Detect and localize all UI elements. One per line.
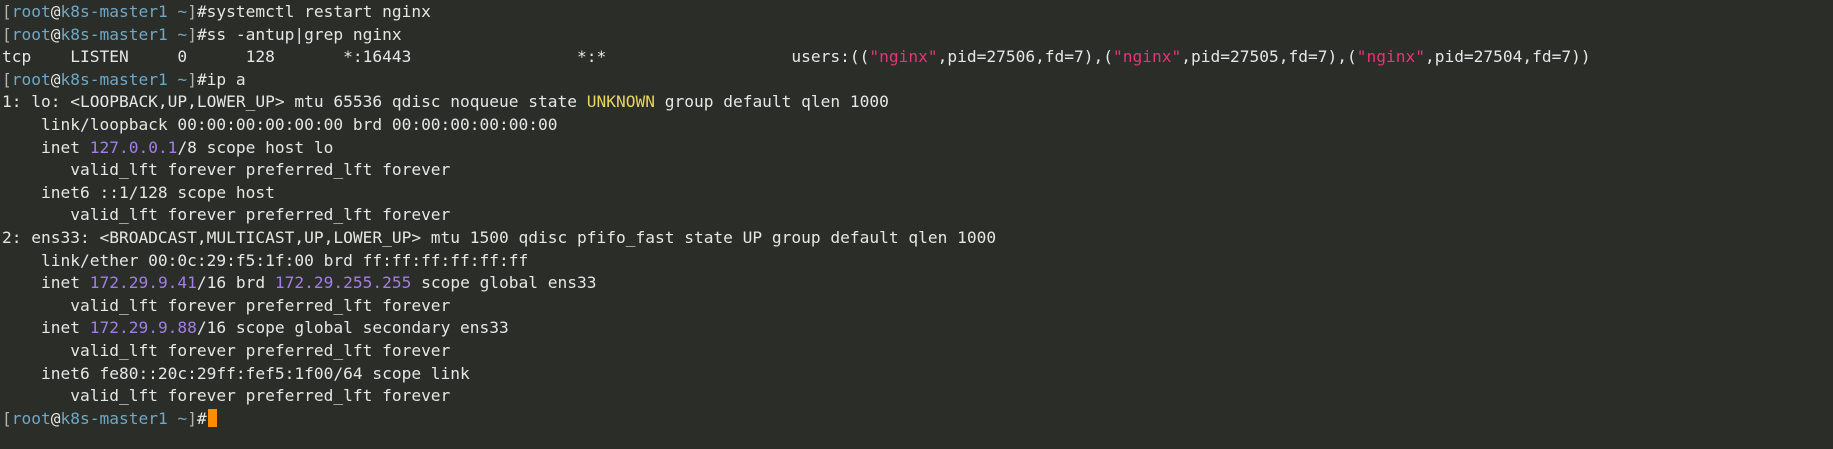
text-segment-plain: inet6 fe80::20c:29ff:fef5:1f00/64 scope …	[2, 363, 470, 383]
prompt-line: [root@k8s-master1 ~]#ip a	[2, 69, 1827, 92]
output-line: 2: ens33: <BROADCAST,MULTICAST,UP,LOWER_…	[2, 227, 1827, 250]
output-line: 1: lo: <LOOPBACK,UP,LOWER_UP> mtu 65536 …	[2, 91, 1827, 114]
text-segment-host: k8s-master1	[60, 2, 168, 21]
text-segment-plain: inet	[2, 318, 90, 338]
text-segment-host: k8s-master1	[60, 24, 168, 44]
output-line: inet 127.0.0.1/8 scope host lo	[2, 137, 1827, 160]
text-segment-ip: 172.29.9.41	[89, 273, 197, 293]
output-line: inet 172.29.9.41/16 brd 172.29.255.255 s…	[2, 272, 1827, 295]
text-segment-plain: #ip a	[196, 69, 246, 89]
text-segment-plain: #	[196, 408, 207, 428]
text-segment-plain: scope global ens33	[411, 273, 597, 293]
prompt-line: [root@k8s-master1 ~]#systemctl restart n…	[2, 1, 1827, 24]
text-segment-bracket: ]	[187, 2, 197, 21]
text-segment-bracket: ]	[187, 69, 197, 89]
prompt-line: [root@k8s-master1 ~]#	[2, 408, 1827, 431]
terminal-output: [root@k8s-master1 ~]#systemctl restart n…	[2, 1, 1827, 430]
prompt-line: [root@k8s-master1 ~]#ss -antup|grep ngin…	[2, 24, 1827, 47]
text-segment-plain: valid_lft forever preferred_lft forever	[2, 386, 451, 406]
text-segment-plain: ,pid=27505,fd=7),(	[1181, 47, 1357, 67]
text-segment-bracket: [	[2, 2, 12, 21]
text-segment-path: ~	[167, 408, 188, 428]
text-segment-plain: valid_lft forever preferred_lft forever	[2, 205, 451, 225]
text-segment-user: root	[11, 408, 51, 428]
text-segment-plain: /16 scope global secondary ens33	[196, 318, 509, 338]
text-segment-plain: tcp LISTEN 0 128 *:16443 *:* users:((	[2, 47, 870, 67]
text-segment-bracket: ]	[187, 408, 197, 428]
text-segment-user: root	[11, 24, 51, 44]
text-segment-plain: 1: lo: <LOOPBACK,UP,LOWER_UP> mtu 65536 …	[2, 92, 587, 112]
text-segment-plain: /16 brd	[196, 273, 275, 293]
text-segment-host: k8s-master1	[60, 69, 168, 89]
output-line: link/loopback 00:00:00:00:00:00 brd 00:0…	[2, 114, 1827, 137]
text-segment-user: root	[11, 2, 51, 21]
output-line: valid_lft forever preferred_lft forever	[2, 204, 1827, 227]
text-segment-path: ~	[167, 24, 188, 44]
text-segment-str: "nginx"	[1113, 47, 1182, 67]
text-segment-plain: #ss -antup|grep nginx	[196, 24, 402, 44]
text-segment-ip: 127.0.0.1	[89, 137, 178, 157]
output-line: valid_lft forever preferred_lft forever	[2, 340, 1827, 363]
text-segment-plain: ,pid=27504,fd=7))	[1424, 47, 1591, 67]
text-segment-bracket: [	[2, 24, 12, 44]
output-line: valid_lft forever preferred_lft forever	[2, 159, 1827, 182]
text-segment-host: k8s-master1	[60, 408, 168, 428]
text-segment-plain: valid_lft forever preferred_lft forever	[2, 340, 451, 360]
text-segment-plain: inet	[2, 273, 90, 293]
text-segment-plain: valid_lft forever preferred_lft forever	[2, 295, 451, 315]
output-line: inet6 ::1/128 scope host	[2, 182, 1827, 205]
text-segment-plain: inet	[2, 137, 90, 157]
output-line: inet6 fe80::20c:29ff:fef5:1f00/64 scope …	[2, 363, 1827, 386]
text-segment-user: root	[11, 69, 51, 89]
text-segment-plain: group default qlen 1000	[654, 92, 889, 112]
text-segment-warn: UNKNOWN	[586, 92, 655, 112]
text-segment-bracket: [	[2, 69, 12, 89]
text-segment-plain: 2: ens33: <BROADCAST,MULTICAST,UP,LOWER_…	[2, 227, 997, 247]
text-segment-bracket: [	[2, 408, 12, 428]
text-segment-ip: 172.29.255.255	[274, 273, 412, 293]
text-segment-plain: ,pid=27506,fd=7),(	[937, 47, 1114, 67]
terminal-window[interactable]: [root@k8s-master1 ~]#systemctl restart n…	[0, 0, 1833, 449]
text-segment-str: "nginx"	[869, 47, 938, 67]
text-segment-path: ~	[167, 2, 188, 21]
text-segment-plain: valid_lft forever preferred_lft forever	[2, 160, 451, 180]
text-segment-plain: link/loopback 00:00:00:00:00:00 brd 00:0…	[2, 114, 558, 134]
output-line: valid_lft forever preferred_lft forever	[2, 385, 1827, 408]
text-segment-bracket: ]	[187, 24, 197, 44]
output-line: valid_lft forever preferred_lft forever	[2, 295, 1827, 318]
cursor-block	[207, 408, 217, 427]
text-segment-plain: #systemctl restart nginx	[196, 2, 431, 21]
text-segment-plain: /8 scope host lo	[177, 137, 334, 157]
text-segment-plain: link/ether 00:0c:29:f5:1f:00 brd ff:ff:f…	[2, 250, 529, 270]
output-line: link/ether 00:0c:29:f5:1f:00 brd ff:ff:f…	[2, 250, 1827, 273]
output-line: tcp LISTEN 0 128 *:16443 *:* users:(("ng…	[2, 46, 1827, 69]
text-segment-str: "nginx"	[1356, 47, 1425, 67]
text-segment-ip: 172.29.9.88	[89, 318, 197, 338]
text-segment-path: ~	[167, 69, 188, 89]
output-line: inet 172.29.9.88/16 scope global seconda…	[2, 317, 1827, 340]
text-segment-plain: inet6 ::1/128 scope host	[2, 182, 275, 202]
